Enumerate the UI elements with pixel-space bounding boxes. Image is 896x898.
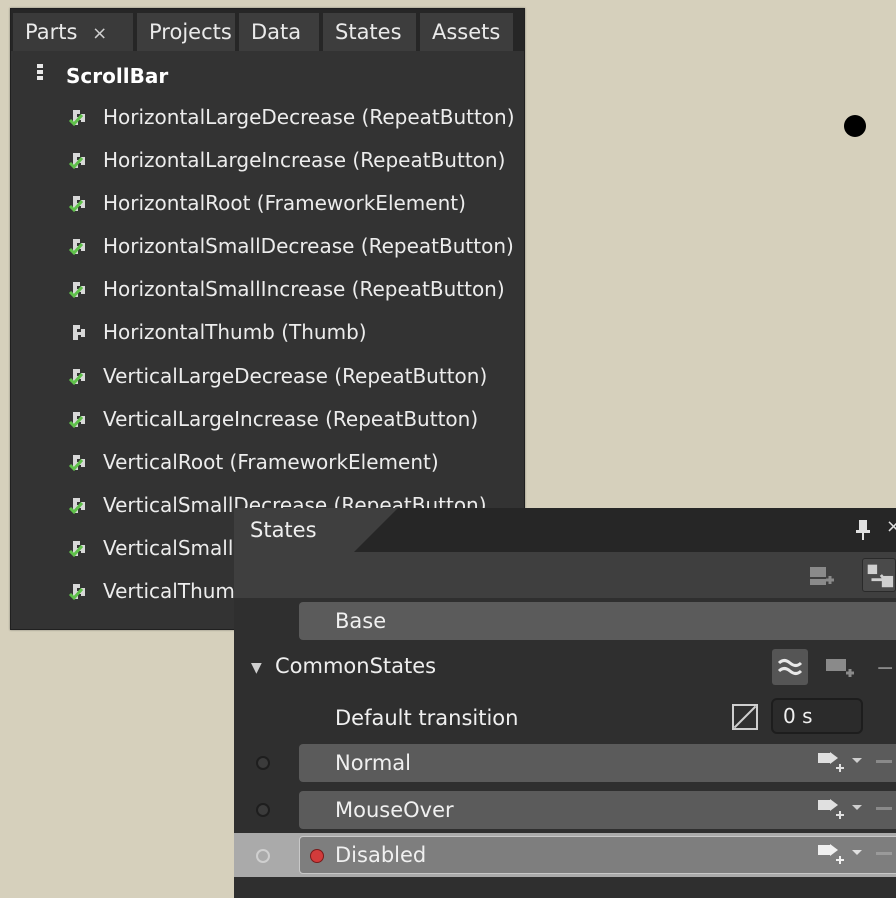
part-label: VerticalRoot (FrameworkElement) (103, 450, 439, 474)
part-assigned-icon (68, 541, 85, 558)
part-label: HorizontalSmallIncrease (RepeatButton) (103, 277, 505, 301)
base-state-button[interactable] (299, 602, 896, 640)
tab-projects[interactable]: Projects (137, 13, 237, 51)
part-assigned-icon (68, 498, 85, 515)
selected-state-row (234, 833, 896, 877)
add-state-group-icon[interactable] (804, 558, 838, 592)
part-item[interactable]: VerticalRoot (FrameworkElement) (11, 445, 524, 479)
states-panel: States × Base ▼ CommonStates − Default t… (234, 508, 896, 898)
part-label: HorizontalRoot (FrameworkElement) (103, 191, 466, 215)
add-transition-icon[interactable] (814, 795, 894, 825)
tree-root-label: ScrollBar (66, 64, 169, 88)
states-panel-title: States (250, 518, 317, 542)
part-label: HorizontalLargeDecrease (RepeatButton) (103, 105, 515, 129)
part-assigned-icon (68, 110, 85, 127)
pin-icon[interactable] (852, 518, 874, 542)
part-item[interactable]: HorizontalLargeDecrease (RepeatButton) (11, 100, 524, 134)
part-assigned-icon (68, 282, 85, 299)
tab-data[interactable]: Data (239, 13, 321, 51)
part-item[interactable]: HorizontalSmallDecrease (RepeatButton) (11, 229, 524, 263)
part-label: VerticalLargeIncrease (RepeatButton) (103, 407, 479, 431)
tab-states[interactable]: States (323, 13, 418, 51)
states-panel-tab[interactable]: States (234, 508, 354, 552)
state-label: Normal (335, 751, 411, 775)
part-label: HorizontalThumb (Thumb) (103, 320, 367, 344)
bullet-dot (844, 115, 866, 137)
tab-assets-label: Assets (432, 20, 501, 44)
part-item[interactable]: HorizontalSmallIncrease (RepeatButton) (11, 272, 524, 306)
part-label: VerticalLargeDecrease (RepeatButton) (103, 364, 488, 388)
easing-function-icon[interactable] (732, 704, 758, 730)
tab-parts[interactable]: Parts × (13, 13, 135, 51)
part-assigned-icon (68, 369, 85, 386)
part-item[interactable]: HorizontalLargeIncrease (RepeatButton) (11, 143, 524, 177)
state-label: Disabled (335, 843, 427, 867)
state-radio[interactable] (256, 803, 270, 817)
part-item[interactable]: VerticalLargeIncrease (RepeatButton) (11, 402, 524, 436)
part-item[interactable]: VerticalLargeDecrease (RepeatButton) (11, 359, 524, 393)
tree-root-scrollbar[interactable]: ScrollBar (11, 61, 524, 91)
add-transition-icon[interactable] (814, 748, 894, 778)
default-transition-label: Default transition (335, 706, 519, 730)
tab-parts-label: Parts (25, 20, 78, 44)
tab-data-label: Data (251, 20, 302, 44)
transition-effect-icon[interactable] (772, 649, 808, 685)
tab-assets[interactable]: Assets (420, 13, 515, 51)
tab-projects-label: Projects (149, 20, 232, 44)
base-state-label: Base (335, 609, 387, 633)
recording-indicator-icon (310, 849, 324, 863)
close-icon[interactable]: × (92, 23, 107, 44)
transition-preview-icon[interactable] (862, 558, 896, 592)
state-radio[interactable] (256, 849, 270, 863)
transition-duration-input[interactable]: 0 s (771, 698, 863, 734)
tab-edge (354, 508, 398, 552)
parts-tab-strip: Parts × Projects Data States Assets (11, 9, 524, 51)
add-transition-icon[interactable] (814, 840, 894, 870)
part-item[interactable]: HorizontalThumb (Thumb) (11, 315, 524, 349)
part-unassigned-icon (73, 325, 85, 340)
part-assigned-icon (68, 196, 85, 213)
part-assigned-icon (68, 239, 85, 256)
state-label: MouseOver (335, 798, 454, 822)
tab-states-label: States (335, 20, 402, 44)
part-assigned-icon (68, 153, 85, 170)
states-toolbar (234, 552, 896, 598)
part-assigned-icon (68, 455, 85, 472)
close-panel-icon[interactable]: × (886, 516, 896, 537)
add-state-icon[interactable] (824, 653, 858, 683)
state-radio[interactable] (256, 756, 270, 770)
part-item[interactable]: HorizontalRoot (FrameworkElement) (11, 186, 524, 220)
state-group-label: CommonStates (275, 654, 437, 678)
part-label: HorizontalLargeIncrease (RepeatButton) (103, 148, 506, 172)
part-assigned-icon (68, 412, 85, 429)
collapse-arrow-icon[interactable]: ▼ (251, 660, 262, 676)
part-assigned-icon (68, 584, 85, 601)
control-icon (37, 64, 43, 84)
part-label: HorizontalSmallDecrease (RepeatButton) (103, 234, 514, 258)
remove-group-icon[interactable]: − (876, 656, 894, 681)
